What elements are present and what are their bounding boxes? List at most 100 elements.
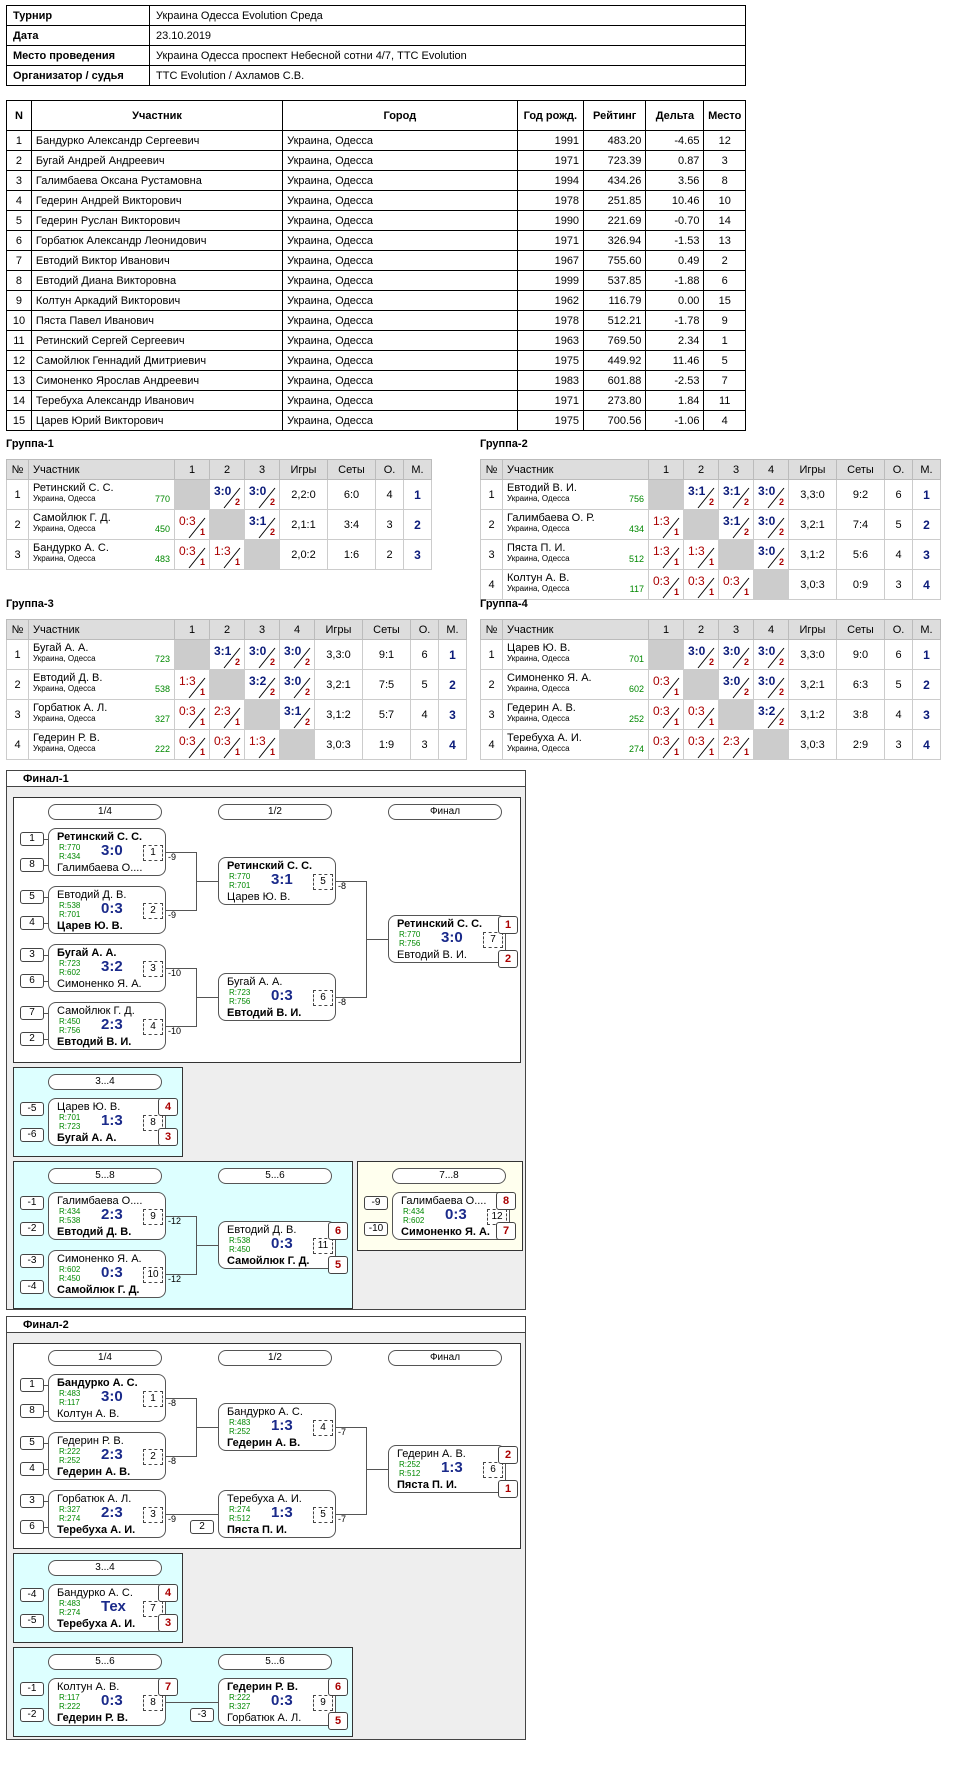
col-sets: Сеты	[836, 459, 885, 480]
col-num: №	[480, 619, 503, 640]
participant-cell: 1971	[516, 150, 585, 171]
participant-row: 3 Галимбаева Оксана Рустамовна Украина, Од…	[6, 170, 746, 191]
col-num: №	[6, 619, 29, 640]
participant-cell: 2	[703, 250, 746, 271]
player-b-name: Горбатюк А. Л.	[227, 1712, 302, 1724]
seed-box: -3	[20, 1254, 44, 1268]
group-title: Группа-2	[480, 438, 528, 450]
match-score: 0:3	[101, 1692, 123, 1709]
final-1-title: Финал-1	[7, 771, 525, 787]
match-box: Горбатюк А. Л. R:327 R:274 2:3 Теребуха А. И…	[48, 1490, 166, 1538]
player-num: 4	[480, 569, 503, 600]
match-score-cell: 3:0 2	[244, 479, 280, 510]
bracket-line	[196, 997, 218, 998]
participant-cell: 537.85	[583, 270, 647, 291]
col-opponent: 2	[683, 459, 719, 480]
player-b-rating: R:252	[59, 1456, 81, 1465]
participant-cell: Бандурко Александр Сергеевич	[30, 130, 284, 151]
participant-cell: Галимбаева Оксана Рустамовна	[30, 170, 284, 191]
match-points: 1	[673, 687, 679, 697]
participant-row: 7 Евтодий Виктор Иванович Украина, Одесса 1…	[6, 250, 746, 271]
loser-goes: -8	[338, 881, 347, 891]
match-score-cell: 1:3 1	[683, 539, 719, 570]
participant-row: 10 Пяста Павел Иванович Украина, Одесса 197…	[6, 310, 746, 331]
match-box: Теребуха А. И. R:274 R:512 1:3 Пяста П. И. 5	[218, 1490, 336, 1538]
match-box: Ретинский С. С. R:770 R:756 3:0 Евтодий В. И…	[388, 915, 506, 963]
column-header: Рейтинг	[583, 100, 647, 131]
player-pts: 4	[884, 539, 913, 570]
player-num: 1	[480, 639, 503, 670]
match-score-cell: 3:2 2	[244, 669, 280, 700]
group-player-row: 1 Евтодий В. И. Украина, Одесса 756 3:1 2 3:1 2…	[480, 479, 941, 510]
match-score-cell: 0:3 1	[174, 699, 210, 730]
player-a-rating: R:723	[229, 988, 251, 997]
group-player-row: 3 Пяста П. И. Украина, Одесса 512 1:3 1 1:3 1 3:…	[480, 539, 941, 570]
match-score-cell: 1:3 1	[648, 539, 684, 570]
match-box: Бандурко А. С. R:483 R:252 1:3 Гедерин А. В.…	[218, 1403, 336, 1451]
player-b-name: Галимбаева О....	[57, 862, 143, 874]
participant-cell: 3.56	[645, 170, 705, 191]
group-player-row: 2 Самойлюк Г. Д. Украина, Одесса 450 0:3 1 3:1…	[6, 509, 432, 540]
place-box: 4	[158, 1584, 178, 1602]
player-rating: 434	[628, 524, 644, 534]
place-box: 3	[158, 1614, 178, 1632]
player-a-rating: R:222	[59, 1447, 81, 1456]
match-points: 2	[778, 527, 784, 537]
match-score-cell: 0:3 1	[174, 509, 210, 540]
place-box: 3	[158, 1128, 178, 1146]
seed-box: 8	[20, 1404, 44, 1418]
match-score: Тех	[101, 1598, 126, 1615]
match-box: Бугай А. А. R:723 R:602 3:2 Симоненко Я. А. 3	[48, 944, 166, 992]
participant-cell: Украина, Одесса	[282, 370, 518, 391]
group-header-row: № Участник 1 2 3 4 Игры Сеты О. М.	[480, 619, 941, 640]
bracket-line	[44, 865, 48, 866]
loser-goes: -9	[168, 910, 177, 920]
col-place: М.	[912, 619, 941, 640]
match-score: 2:3	[101, 1016, 123, 1033]
group-player-row: 1 Ретинский С. С. Украина, Одесса 770 3:0 2 3:…	[6, 479, 432, 510]
bracket-line	[44, 981, 48, 982]
info-row: Дата 23.10.2019	[6, 25, 746, 46]
player-num: 2	[6, 509, 29, 540]
group-player-row: 4 Колтун А. В. Украина, Одесса 117 0:3 1 0:3 1 0…	[480, 569, 941, 600]
final-2-5-6-bracket: 5...6 5...6 Колтун А. В. R:117 R:222 0:3 Гедер…	[13, 1647, 353, 1737]
participant-cell: 1967	[516, 250, 585, 271]
place-box: 2	[498, 950, 518, 968]
player-games: 2,2:0	[279, 479, 328, 510]
match-score-cell: 2:3 1	[718, 729, 754, 760]
round-header: 1/4	[48, 1350, 162, 1366]
player-a-rating: R:770	[399, 930, 421, 939]
participant-cell: Украина, Одесса	[282, 230, 518, 251]
player-pts: 3	[375, 509, 404, 540]
participant-cell: Горбатюк Александр Леонидович	[30, 230, 284, 251]
player-place: 2	[912, 509, 941, 540]
participant-cell: Евтодий Виктор Иванович	[30, 250, 284, 271]
seed-box: -5	[20, 1614, 44, 1628]
participant-cell: Украина, Одесса	[282, 310, 518, 331]
game-number: 4	[143, 1019, 163, 1035]
col-name: Участник	[502, 459, 649, 480]
round-header: 1/2	[218, 1350, 332, 1366]
participant-cell: 769.50	[583, 330, 647, 351]
self-cell	[174, 639, 210, 670]
player-b-name: Самойлюк Г. Д.	[57, 1284, 140, 1296]
group-table: № Участник 1 2 3 Игры Сеты О. М. 1 Ретинский С. С.…	[6, 459, 432, 570]
match-box: Евтодий Д. В. R:538 R:701 0:3 Царев Ю. В. 2	[48, 886, 166, 934]
self-cell	[648, 479, 684, 510]
player-city: Украина, Одесса 252	[507, 714, 644, 724]
player-name-cell: Ретинский С. С. Украина, Одесса 770	[28, 479, 175, 510]
match-score: 1:3	[441, 1459, 463, 1476]
player-a-rating: R:723	[59, 959, 81, 968]
game-number: 2	[143, 1449, 163, 1465]
match-score-cell: 0:3 1	[683, 699, 719, 730]
self-cell	[209, 509, 245, 540]
player-city: Украина, Одесса 770	[33, 494, 170, 504]
game-number: 4	[313, 1420, 333, 1436]
loser-goes: -10	[168, 968, 182, 978]
bracket-line	[44, 1411, 48, 1412]
player-games: 3,1:2	[314, 699, 363, 730]
player-b-rating: R:450	[229, 1245, 251, 1254]
player-pts: 4	[410, 699, 439, 730]
seed-box: -10	[364, 1222, 388, 1236]
player-city: Украина, Одесса 327	[33, 714, 170, 724]
